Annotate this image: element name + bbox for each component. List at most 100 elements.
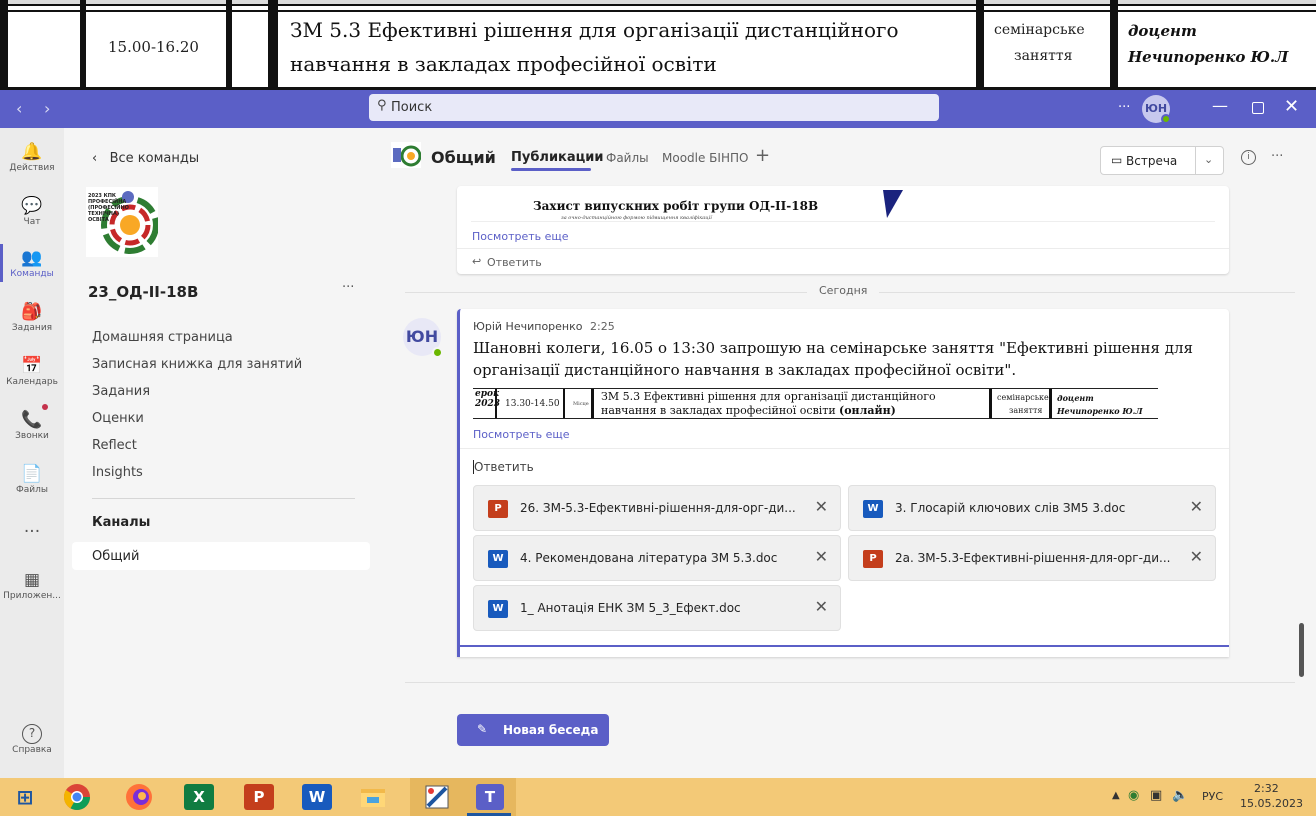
channel-header: Общий Публикации Файлы Moodle БІНПО + ▭ … <box>375 128 1316 186</box>
powerpoint-icon[interactable]: P <box>244 784 274 810</box>
channel-general[interactable]: Общий <box>72 542 370 570</box>
post-image-decoration <box>883 190 903 218</box>
maximize-icon[interactable] <box>1252 102 1264 114</box>
windows-taskbar: ⊞ X P W T ▲ ◉ ▣ 🔈 РУС 2:32 15.05.2023 <box>0 778 1316 816</box>
calls-icon: 📞 <box>21 410 43 430</box>
close-icon[interactable]: ✕ <box>1284 96 1299 117</box>
app-rail: 🔔 Действия 💬 Чат 👥 Команды 🎒 Задания 📅 Календ… <box>0 128 64 778</box>
nav-reflect[interactable]: Reflect <box>92 438 137 453</box>
scrollbar-thumb[interactable] <box>1299 623 1304 677</box>
chevron-left-icon: ‹ <box>92 151 98 166</box>
info-icon[interactable]: i <box>1241 150 1256 165</box>
chevron-down-icon[interactable]: ⌄ <box>1204 153 1213 166</box>
attachment-item[interactable]: W 1_ Анотація ЕНК ЗМ 5_3_Ефект.doc ✕ <box>473 585 841 631</box>
team-logo: 2023 КПК ПРОФЕСІЙНА (ПРОФЕСІЙНО ТЕХНІЧНА… <box>86 187 158 257</box>
rail-activity[interactable]: 🔔 Действия <box>0 142 64 173</box>
new-conversation-label: Новая беседа <box>503 723 599 737</box>
tab-moodle[interactable]: Moodle БІНПО <box>662 151 748 165</box>
attachment-item[interactable]: W 4. Рекомендована література ЗМ 5.3.doc… <box>473 535 841 581</box>
embed-rule-3 <box>591 389 594 418</box>
word-file-icon: W <box>863 500 883 518</box>
embed-lecturer-line1: доцент <box>1057 393 1094 403</box>
see-more-link[interactable]: Посмотреть еще <box>472 230 569 243</box>
reply-arrow-icon: ↩ <box>472 255 482 268</box>
new-conversation-button[interactable]: ✎ Новая беседа <box>457 714 609 746</box>
schedule-time: 15.00-16.20 <box>108 38 199 56</box>
input-language[interactable]: РУС <box>1202 790 1223 803</box>
remove-attachment-icon[interactable]: ✕ <box>815 547 828 566</box>
embed-type-line2: заняття <box>1009 406 1043 415</box>
more-icon: ··· <box>23 522 41 542</box>
windows-start-icon[interactable]: ⊞ <box>8 780 42 814</box>
firefox-icon[interactable] <box>122 780 156 814</box>
teams-icon[interactable]: T <box>476 784 504 810</box>
word-file-icon: W <box>488 600 508 618</box>
chat-icon: 💬 <box>21 196 43 216</box>
remove-attachment-icon[interactable]: ✕ <box>1190 497 1203 516</box>
calendar-icon: 📅 <box>21 356 43 376</box>
nav-grades[interactable]: Оценки <box>92 411 144 426</box>
rail-calendar[interactable]: 📅 Календарь <box>0 356 64 387</box>
titlebar-more-button[interactable]: ··· <box>1118 100 1130 115</box>
reply-box-divider <box>460 448 1229 449</box>
attachment-item[interactable]: P 2а. ЗМ-5.3-Ефективні-рішення-для-орг-д… <box>848 535 1216 581</box>
attachment-item[interactable]: W 3. Глосарій ключових слів ЗМ5 3.doc ✕ <box>848 485 1216 531</box>
rail-more[interactable]: ··· <box>0 522 64 542</box>
network-icon[interactable]: ▣ <box>1150 788 1162 803</box>
active-tab-indicator <box>511 168 591 171</box>
post-see-more-link[interactable]: Посмотреть еще <box>473 428 570 441</box>
thread-divider <box>405 682 1295 683</box>
forward-arrow-icon[interactable]: › <box>44 99 50 118</box>
attachment-name: 2а. ЗМ-5.3-Ефективні-рішення-для-орг-ди.… <box>895 551 1171 565</box>
file-explorer-icon[interactable] <box>356 780 390 814</box>
help-icon: ? <box>22 724 42 744</box>
excel-icon[interactable]: X <box>184 784 214 810</box>
schedule-title-line1: ЗМ 5.3 Ефективні рішення для організації… <box>290 18 899 42</box>
remove-attachment-icon[interactable]: ✕ <box>815 597 828 616</box>
remove-attachment-icon[interactable]: ✕ <box>1190 547 1203 566</box>
post-embedded-image[interactable]: ерок 2023 13.30-14.50 Місце ЗМ 5.3 Ефект… <box>473 388 1158 419</box>
chrome-icon[interactable] <box>60 780 94 814</box>
schedule-lecturer-line2: Нечипоренко Ю.Л <box>1128 48 1289 66</box>
all-teams-link[interactable]: ‹ Все команды <box>92 151 199 166</box>
nav-home[interactable]: Домашняя страница <box>92 330 233 345</box>
post-image-subtitle: за очно-дистанційною формою підвищення к… <box>561 215 712 221</box>
embed-rule-4 <box>989 389 992 418</box>
tab-files[interactable]: Файлы <box>606 151 649 165</box>
rail-apps[interactable]: ▦ Приложен... <box>0 570 64 601</box>
tray-app-icon[interactable]: ◉ <box>1128 788 1139 803</box>
rail-assignments[interactable]: 🎒 Задания <box>0 302 64 333</box>
remove-attachment-icon[interactable]: ✕ <box>815 497 828 516</box>
reply-link[interactable]: Ответить <box>487 256 542 269</box>
team-logo-text: 2023 КПК ПРОФЕСІЙНА (ПРОФЕСІЙНО ТЕХНІЧНА… <box>88 193 129 223</box>
channel-team-icon <box>391 142 421 168</box>
word-icon[interactable]: W <box>302 784 332 810</box>
clock-time[interactable]: 2:32 <box>1254 782 1279 795</box>
rail-help[interactable]: ? Справка <box>0 724 64 755</box>
reply-input[interactable]: Ответить <box>473 459 1213 479</box>
embed-day: ерок 2023 <box>475 389 501 409</box>
nav-class-notebook[interactable]: Записная книжка для занятий <box>92 357 302 372</box>
search-box[interactable]: ⚲ Поиск <box>369 94 939 121</box>
rail-files[interactable]: 📄 Файлы <box>0 464 64 495</box>
back-arrow-icon[interactable]: ‹ <box>16 99 22 118</box>
reply-input-placeholder: Ответить <box>474 460 534 474</box>
team-more-button[interactable]: ··· <box>342 280 354 295</box>
attachment-item[interactable]: P 26. ЗМ-5.3-Ефективні-рішення-для-орг-д… <box>473 485 841 531</box>
clock-date[interactable]: 15.05.2023 <box>1240 797 1303 810</box>
add-tab-button[interactable]: + <box>755 145 770 166</box>
minimize-icon[interactable]: — <box>1212 96 1228 115</box>
nav-insights[interactable]: Insights <box>92 465 143 480</box>
tray-overflow-icon[interactable]: ▲ <box>1112 790 1120 801</box>
post-image[interactable]: Захист випускних робіт групи ОД-ІІ-18В з… <box>471 190 1215 222</box>
rail-calls[interactable]: 📞 Звонки <box>0 410 64 441</box>
rail-teams[interactable]: 👥 Команды <box>0 248 64 279</box>
meet-button[interactable]: ▭ Встреча ⌄ <box>1100 146 1224 175</box>
rail-chat[interactable]: 💬 Чат <box>0 196 64 227</box>
paint-icon[interactable] <box>420 780 454 814</box>
volume-icon[interactable]: 🔈 <box>1172 788 1188 803</box>
nav-assignments[interactable]: Задания <box>92 384 150 399</box>
tab-posts[interactable]: Публикации <box>511 150 604 165</box>
calls-notification-dot <box>42 404 48 410</box>
header-more-button[interactable]: ··· <box>1271 149 1283 164</box>
